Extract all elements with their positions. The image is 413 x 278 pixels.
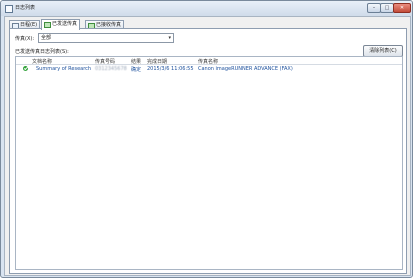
log-list-window: 日志列表 – □ ✕ 日程(E) 已发送传真 已接收传真 传真(X): 全部 ▾ [0,0,413,278]
column-fax-name[interactable]: 传真名称 [198,58,218,65]
fax-filter-label: 传真(X): [15,36,35,42]
column-completed-date[interactable]: 完成日期 [147,58,167,65]
maximize-button[interactable]: □ [380,3,394,13]
sent-fax-panel: 传真(X): 全部 ▾ 已发送传真日志列表(S): 清除列表(C) 文档名称 传… [9,28,407,274]
check-icon [23,66,28,71]
fax-filter-select[interactable]: 全部 ▾ [38,33,174,43]
fax-send-icon [44,22,51,28]
sent-fax-list-label: 已发送传真日志列表(S): [15,49,69,55]
app-icon [5,5,13,13]
sent-fax-list[interactable]: 文档名称 传真号码 结果 完成日期 传真名称 Summary of Resear… [15,56,403,270]
title-bar: 日志列表 – □ ✕ [1,1,412,16]
column-result[interactable]: 结果 [131,58,141,65]
row-fax-number: 0312345678 [95,66,127,72]
row-fax-name: Canon imageRUNNER ADVANCE (FAX) [198,66,293,72]
table-row[interactable]: Summary of Research 0312345678 确定 2015/3… [16,65,402,73]
list-header: 文档名称 传真号码 结果 完成日期 传真名称 [16,57,402,65]
column-document-name[interactable]: 文档名称 [32,58,52,65]
fax-filter-value: 全部 [41,35,52,41]
row-result: 确定 [131,67,142,73]
close-button[interactable]: ✕ [393,3,411,13]
window-title: 日志列表 [15,5,36,11]
row-document-name: Summary of Research [36,66,92,72]
minimize-button[interactable]: – [367,3,381,13]
column-fax-number[interactable]: 传真号码 [95,58,115,65]
chevron-down-icon: ▾ [168,35,171,41]
tab-sent-fax[interactable]: 已发送传真 [41,19,81,30]
tab-sent-fax-label: 已发送传真 [52,21,78,27]
row-completed-date: 2015/3/6 11:06:55 [147,66,194,72]
dialog-body: 日程(E) 已发送传真 已接收传真 传真(X): 全部 ▾ 已发送传真日志列表(… [4,16,411,276]
